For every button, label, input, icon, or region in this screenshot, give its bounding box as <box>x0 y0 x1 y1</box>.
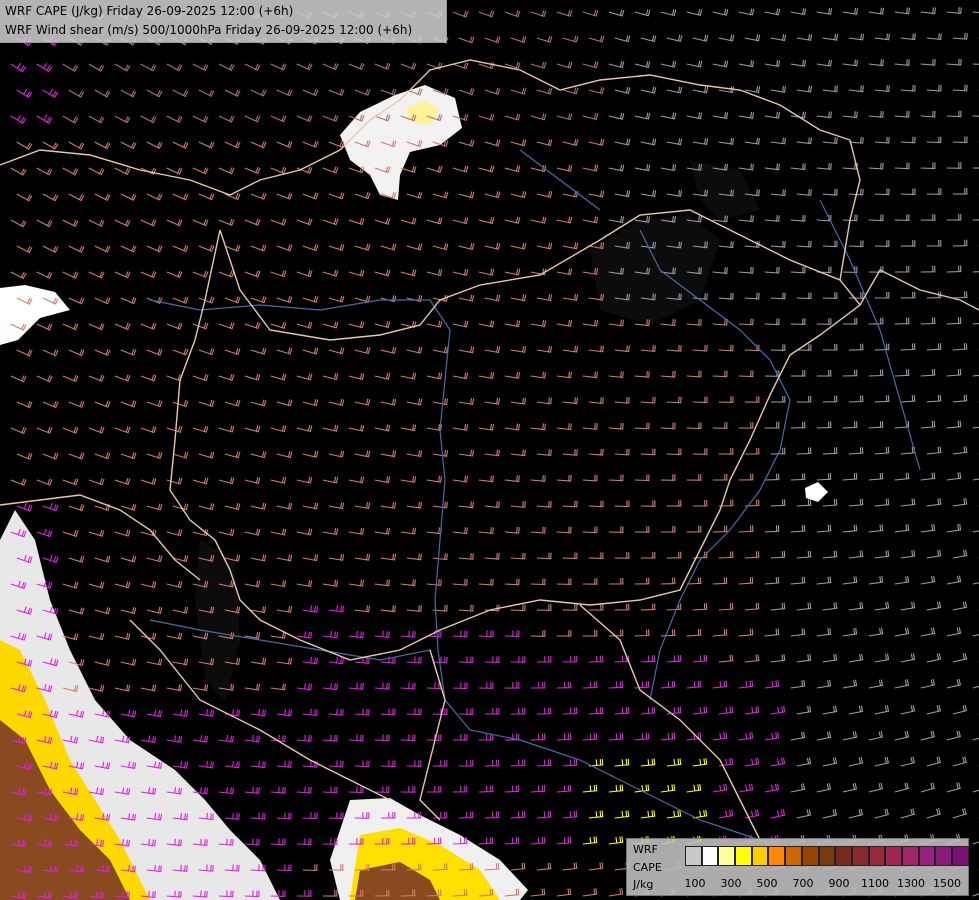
legend-tick: 300 <box>720 877 742 890</box>
legend-swatch <box>885 846 902 866</box>
legend-swatch <box>868 846 886 866</box>
legend-tick: 900 <box>828 877 850 890</box>
legend-swatch <box>935 846 952 866</box>
legend-swatch <box>801 846 819 866</box>
title-wind-shear: WRF Wind shear (m/s) 500/1000hPa Friday … <box>5 23 413 37</box>
legend-field-label: CAPE <box>633 861 662 874</box>
legend-swatch <box>952 846 969 866</box>
cape-legend: WRF CAPE J/kg 100 300 500 700 900 1100 1300 150… <box>626 838 969 896</box>
legend-tick: 700 <box>792 877 814 890</box>
legend-tick: 1500 <box>933 877 961 890</box>
legend-tick: 500 <box>756 877 778 890</box>
legend-swatch <box>701 846 719 866</box>
legend-swatch <box>818 846 836 866</box>
legend-swatch <box>901 846 919 866</box>
title-cape: WRF CAPE (J/kg) Friday 26-09-2025 12:00 … <box>5 4 294 18</box>
legend-tick: 1100 <box>861 877 889 890</box>
legend-swatch <box>718 846 736 866</box>
legend-tick: 100 <box>684 877 706 890</box>
map-canvas <box>0 0 979 900</box>
legend-swatch <box>768 846 786 866</box>
legend-swatch <box>785 846 802 866</box>
legend-swatch <box>851 846 869 866</box>
map-title-box: WRF CAPE (J/kg) Friday 26-09-2025 12:00 … <box>0 0 447 43</box>
legend-tick-labels: 100 300 500 700 900 1100 1300 1500 <box>685 877 965 891</box>
legend-swatch <box>685 846 702 866</box>
legend-model-label: WRF <box>633 843 658 856</box>
legend-swatch <box>751 846 769 866</box>
legend-color-scale <box>685 846 969 866</box>
legend-swatch <box>735 846 752 866</box>
weather-map: WRF CAPE (J/kg) Friday 26-09-2025 12:00 … <box>0 0 979 900</box>
legend-unit-label: J/kg <box>633 878 654 891</box>
legend-swatch <box>918 846 936 866</box>
legend-swatch <box>835 846 852 866</box>
legend-tick: 1300 <box>897 877 925 890</box>
